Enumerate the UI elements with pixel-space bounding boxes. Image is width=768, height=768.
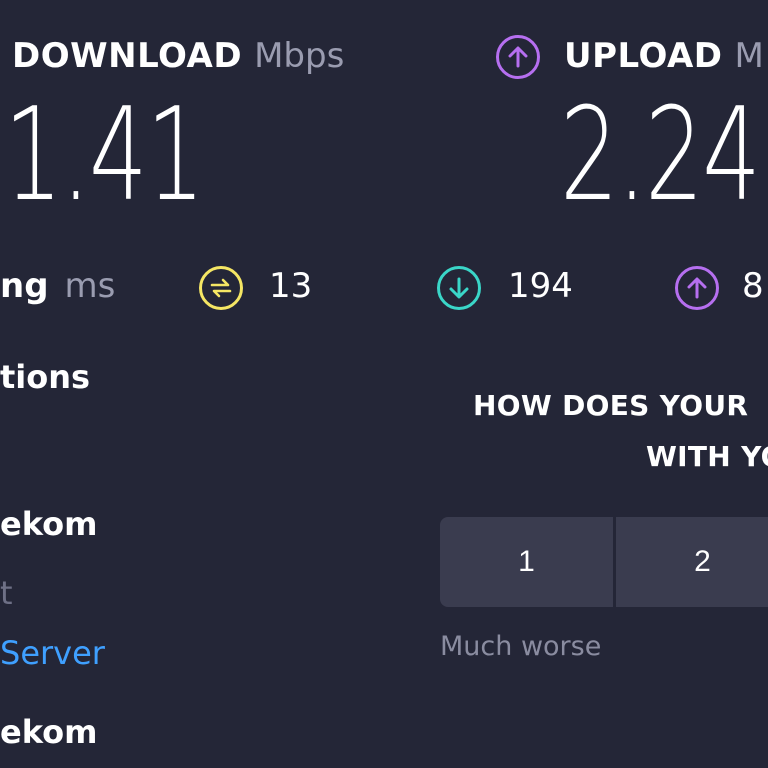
ping-jitter-icon — [199, 266, 243, 310]
upload-header: UPLOAD M — [564, 36, 764, 76]
change-server-link[interactable]: Server — [0, 634, 105, 672]
upload-arrow-icon — [496, 35, 540, 79]
server-provider-name: ekom — [0, 713, 98, 751]
isp-provider-name: ekom — [0, 505, 98, 543]
ping-unit: ms — [64, 266, 116, 306]
download-speed-value: 1.41 — [4, 81, 205, 230]
upload-unit: M — [734, 36, 764, 76]
ping-header: ng ms — [0, 266, 115, 306]
download-header: DOWNLOAD Mbps — [12, 36, 344, 76]
download-arrow-icon — [437, 266, 481, 310]
rating-low-label: Much worse — [440, 631, 602, 662]
ping-download-value: 194 — [508, 266, 573, 306]
feedback-question-line-2: WITH YO — [646, 440, 768, 473]
rating-scale: 1 2 — [440, 517, 768, 607]
download-unit: Mbps — [254, 36, 345, 76]
download-label: DOWNLOAD — [12, 36, 243, 76]
connections-heading: tions — [0, 358, 91, 396]
upload-label: UPLOAD — [564, 36, 723, 76]
ping-upload-value: 8 — [742, 266, 764, 306]
upload-speed-value: 2.24 — [560, 81, 761, 230]
ping-label: ng — [0, 266, 49, 306]
rating-button-1[interactable]: 1 — [440, 517, 613, 607]
feedback-question-line-1: HOW DOES YOUR — [473, 389, 749, 422]
rating-button-2[interactable]: 2 — [616, 517, 768, 607]
isp-location: t — [0, 574, 13, 612]
upload-arrow-icon — [675, 266, 719, 310]
ping-idle-value: 13 — [269, 266, 313, 306]
